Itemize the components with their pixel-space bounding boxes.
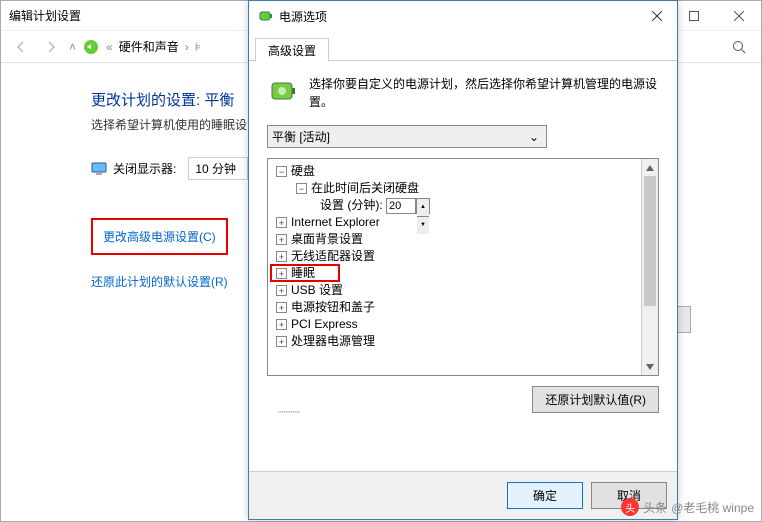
- tab-strip: 高级设置: [249, 31, 677, 61]
- spinner[interactable]: ▲▼: [416, 198, 430, 214]
- dialog-close-button[interactable]: [637, 3, 677, 29]
- scroll-thumb[interactable]: [644, 176, 656, 306]
- expand-icon[interactable]: +: [276, 319, 287, 330]
- dialog-title: 电源选项: [279, 8, 637, 25]
- intro-row: 选择你要自定义的电源计划，然后选择你希望计算机管理的电源设置。: [267, 75, 659, 111]
- tree-pci[interactable]: +PCI Express: [270, 316, 639, 333]
- breadcrumb-tail: ⊧: [195, 40, 201, 54]
- plan-select[interactable]: 平衡 [活动] ⌄: [267, 125, 547, 148]
- collapse-icon[interactable]: −: [296, 183, 307, 194]
- tree-sleep[interactable]: +睡眠: [270, 265, 639, 282]
- expand-icon[interactable]: +: [276, 285, 287, 296]
- control-panel-icon: [82, 38, 100, 56]
- breadcrumb-sep: «: [106, 40, 113, 54]
- expand-icon[interactable]: +: [276, 217, 287, 228]
- scrollbar[interactable]: [641, 159, 658, 375]
- display-off-select[interactable]: 10 分钟: [188, 157, 248, 180]
- scroll-up-icon[interactable]: [642, 159, 658, 176]
- ok-button[interactable]: 确定: [507, 482, 583, 509]
- expand-icon[interactable]: +: [276, 302, 287, 313]
- close-button[interactable]: [716, 1, 761, 31]
- power-options-dialog: 电源选项 高级设置 选择你要自定义的电源计划，然后选择你希望计算机管理的电源设置…: [248, 0, 678, 520]
- plan-selected-value: 平衡 [活动]: [272, 128, 330, 145]
- scroll-track[interactable]: [642, 306, 658, 358]
- tree-wireless[interactable]: +无线适配器设置: [270, 248, 639, 265]
- monitor-icon: [91, 161, 107, 177]
- annotation-adv-link: 更改高级电源设置(C): [91, 218, 228, 255]
- spinner-up-icon: ▲: [417, 199, 429, 217]
- scroll-down-icon[interactable]: [642, 358, 658, 375]
- breadcrumb-chevron[interactable]: ›: [185, 40, 189, 54]
- expand-icon[interactable]: +: [276, 268, 287, 279]
- search-icon[interactable]: [725, 35, 753, 59]
- expand-icon[interactable]: +: [276, 336, 287, 347]
- dotted-line: ┈┈┈: [278, 405, 304, 415]
- tree-scroll: −硬盘 −在此时间后关闭硬盘 设置 (分钟): ▲▼ +Internet Exp…: [268, 159, 641, 375]
- dialog-body: 选择你要自定义的电源计划，然后选择你希望计算机管理的电源设置。 平衡 [活动] …: [249, 61, 677, 471]
- change-advanced-link[interactable]: 更改高级电源设置(C): [103, 228, 216, 245]
- tree-usb[interactable]: +USB 设置: [270, 282, 639, 299]
- nav-up-icon[interactable]: ˄: [69, 40, 76, 54]
- spinner-down-icon: ▼: [417, 217, 429, 234]
- expand-icon[interactable]: +: [276, 251, 287, 262]
- tree-harddisk-after[interactable]: −在此时间后关闭硬盘: [270, 180, 639, 197]
- tree-harddisk[interactable]: −硬盘: [270, 163, 639, 180]
- tree-harddisk-setting: 设置 (分钟): ▲▼: [270, 197, 639, 214]
- restore-defaults-button[interactable]: 还原计划默认值(R): [532, 386, 659, 413]
- collapse-icon[interactable]: −: [276, 166, 287, 177]
- hd-setting-label: 设置 (分钟):: [320, 197, 383, 214]
- chevron-down-icon: ⌄: [526, 130, 542, 144]
- tree-cpu[interactable]: +处理器电源管理: [270, 333, 639, 350]
- nav-back-icon[interactable]: [9, 35, 33, 59]
- dialog-footer: 确定 取消: [249, 471, 677, 519]
- tree-ie[interactable]: +Internet Explorer: [270, 214, 639, 231]
- intro-text: 选择你要自定义的电源计划，然后选择你希望计算机管理的电源设置。: [309, 75, 659, 111]
- expand-icon[interactable]: +: [276, 234, 287, 245]
- restore-row: 还原计划默认值(R): [267, 376, 659, 423]
- nav-forward-icon[interactable]: [39, 35, 63, 59]
- display-off-label: 关闭显示器:: [113, 160, 176, 177]
- tree-powerbtn[interactable]: +电源按钮和盖子: [270, 299, 639, 316]
- power-icon: [257, 8, 273, 24]
- dialog-titlebar: 电源选项: [249, 1, 677, 31]
- battery-icon: [267, 75, 299, 107]
- tab-advanced[interactable]: 高级设置: [255, 38, 329, 62]
- cancel-button[interactable]: 取消: [591, 482, 667, 509]
- tree-desktop[interactable]: +桌面背景设置: [270, 231, 639, 248]
- settings-tree: −硬盘 −在此时间后关闭硬盘 设置 (分钟): ▲▼ +Internet Exp…: [267, 158, 659, 376]
- breadcrumb-item[interactable]: 硬件和声音: [119, 38, 179, 55]
- hd-minutes-input[interactable]: [386, 198, 416, 214]
